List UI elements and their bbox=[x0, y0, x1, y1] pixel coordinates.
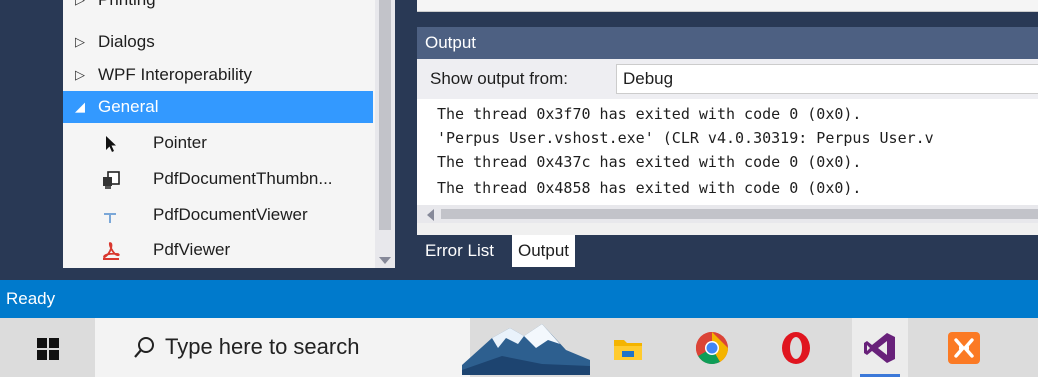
output-toolbar: Show output from: Debug bbox=[417, 59, 1038, 99]
visual-studio-button[interactable] bbox=[852, 318, 908, 377]
scroll-down-icon[interactable] bbox=[379, 257, 391, 264]
output-line: 'Perpus User.vshost.exe' (CLR v4.0.30319… bbox=[437, 129, 934, 147]
show-output-from-label: Show output from: bbox=[430, 69, 568, 88]
tab-error-list[interactable]: Error List bbox=[419, 235, 500, 267]
toolbox-item-label: PdfDocumentThumbn... bbox=[153, 169, 333, 188]
toolbox-group-printing[interactable]: ▷ Printing bbox=[63, 0, 373, 16]
taskbar-search-box[interactable]: Type here to search bbox=[95, 318, 470, 377]
toolbox-item-label: Pointer bbox=[153, 133, 207, 152]
status-text: Ready bbox=[6, 289, 56, 308]
output-line: The thread 0x4858 has exited with code 0… bbox=[437, 179, 862, 197]
scroll-left-icon[interactable] bbox=[427, 209, 434, 221]
scrollbar-thumb[interactable] bbox=[379, 0, 391, 230]
search-placeholder: Type here to search bbox=[165, 334, 360, 359]
xampp-button[interactable] bbox=[936, 318, 992, 377]
toolbox-item-label: PdfViewer bbox=[153, 240, 231, 259]
editor-area-edge bbox=[417, 0, 1038, 12]
xampp-icon bbox=[948, 332, 980, 364]
document-viewer-icon bbox=[101, 205, 121, 225]
toolbox-group-general[interactable]: ◢ General bbox=[63, 91, 373, 123]
screen: ▷ Printing ▷ Dialogs ▷ WPF Interoperabil… bbox=[0, 0, 1038, 377]
thumbnail-icon bbox=[101, 169, 121, 189]
mountain-wallpaper-icon bbox=[462, 324, 590, 375]
toolbox-group-label: General bbox=[98, 97, 159, 116]
output-line: The thread 0x437c has exited with code 0… bbox=[437, 153, 862, 171]
toolbox-item-pdfviewer[interactable]: PdfViewer bbox=[63, 234, 373, 266]
expand-arrow-icon: ▷ bbox=[75, 0, 85, 16]
tab-output[interactable]: Output bbox=[512, 235, 576, 267]
scrollbar-thumb[interactable] bbox=[441, 209, 1038, 219]
windows-taskbar: Type here to search bbox=[0, 318, 1038, 377]
start-button[interactable] bbox=[20, 318, 80, 377]
toolbox-item-pdfdocumentviewer[interactable]: PdfDocumentViewer bbox=[63, 199, 373, 231]
toolbox-list: ▷ Printing ▷ Dialogs ▷ WPF Interoperabil… bbox=[63, 0, 373, 268]
pdf-icon bbox=[101, 240, 121, 260]
windows-logo-icon bbox=[37, 338, 59, 360]
status-bar: Ready bbox=[0, 280, 1038, 318]
chrome-button[interactable] bbox=[684, 318, 740, 377]
expand-arrow-icon: ▷ bbox=[75, 34, 85, 49]
toolbox-item-pointer[interactable]: Pointer bbox=[63, 127, 373, 159]
output-horizontal-scrollbar[interactable] bbox=[417, 205, 1038, 223]
toolbox-item-pdfdocumentthumbnail[interactable]: PdfDocumentThumbn... bbox=[63, 163, 373, 195]
output-source-dropdown[interactable]: Debug bbox=[616, 64, 1038, 94]
toolbox-group-label: Dialogs bbox=[98, 32, 155, 51]
chrome-icon bbox=[695, 331, 729, 365]
output-tab-strip: Error List Output bbox=[417, 235, 1038, 267]
visual-studio-icon bbox=[864, 333, 895, 363]
search-icon bbox=[134, 337, 154, 358]
output-text-area[interactable]: The thread 0x3f70 has exited with code 0… bbox=[417, 99, 1038, 205]
opera-button[interactable] bbox=[768, 318, 824, 377]
toolbox-panel: ▷ Printing ▷ Dialogs ▷ WPF Interoperabil… bbox=[63, 0, 395, 268]
opera-icon bbox=[782, 332, 810, 364]
expand-arrow-icon: ▷ bbox=[75, 67, 85, 82]
toolbox-item-label: PdfDocumentViewer bbox=[153, 205, 308, 224]
toolbox-scrollbar[interactable] bbox=[375, 0, 395, 268]
toolbox-group-dialogs[interactable]: ▷ Dialogs bbox=[63, 26, 373, 58]
output-line: The thread 0x3f70 has exited with code 0… bbox=[437, 105, 862, 123]
output-panel-title[interactable]: Output bbox=[417, 27, 1038, 59]
toolbox-group-label: WPF Interoperability bbox=[98, 65, 252, 84]
toolbox-group-wpf-interoperability[interactable]: ▷ WPF Interoperability bbox=[63, 59, 373, 91]
collapse-arrow-icon: ◢ bbox=[75, 99, 85, 114]
output-panel: Output Show output from: Debug The threa… bbox=[417, 27, 1038, 267]
pointer-icon bbox=[101, 133, 121, 153]
file-explorer-button[interactable] bbox=[600, 318, 656, 377]
toolbox-group-label: Printing bbox=[98, 0, 156, 16]
file-explorer-icon bbox=[614, 340, 642, 360]
